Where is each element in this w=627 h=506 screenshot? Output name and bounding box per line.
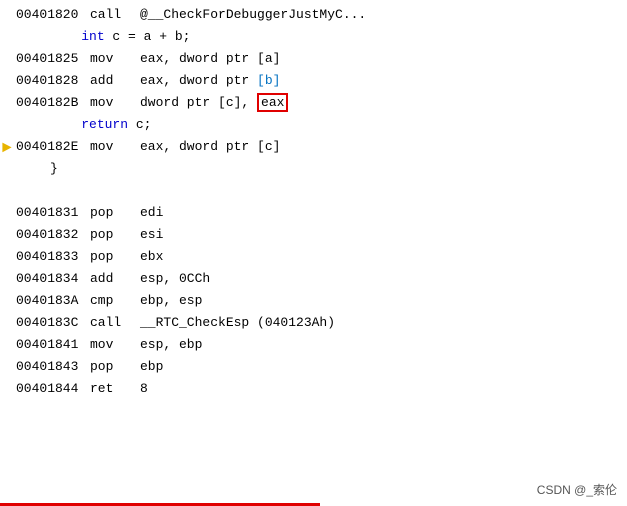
mnemonic: mov	[90, 136, 140, 158]
table-row: 00401832 pop esi	[0, 224, 627, 246]
operands: esi	[140, 224, 163, 246]
table-row: 00401841 mov esp, ebp	[0, 334, 627, 356]
operands: eax, dword ptr [c]	[140, 136, 280, 158]
address: 00401832	[0, 224, 90, 246]
watermark: CSDN @_索伦	[537, 481, 617, 498]
mnemonic: call	[90, 312, 140, 334]
source-row: return c;	[0, 114, 627, 136]
address: 00401843	[0, 356, 90, 378]
source-text: int c = a + b;	[0, 26, 190, 48]
table-row: 00401843 pop ebp	[0, 356, 627, 378]
table-row: 0040183C call __RTC_CheckEsp (040123Ah)	[0, 312, 627, 334]
source-row: }	[0, 158, 627, 180]
operands: dword ptr [c], eax	[140, 92, 288, 114]
address: 00401831	[0, 202, 90, 224]
mnemonic: pop	[90, 202, 140, 224]
address: 00401828	[0, 70, 90, 92]
address: 0040182E	[0, 136, 90, 158]
table-row-current: ► 0040182E mov eax, dword ptr [c]	[0, 136, 627, 158]
address: 00401833	[0, 246, 90, 268]
mnemonic: add	[90, 70, 140, 92]
current-line-arrow: ►	[2, 137, 12, 159]
address: 00401841	[0, 334, 90, 356]
mnemonic: cmp	[90, 290, 140, 312]
blank-row	[0, 180, 627, 202]
operands: @__CheckForDebuggerJustMyC...	[140, 4, 366, 26]
address: 00401834	[0, 268, 90, 290]
table-row-last: 00401844 ret 8	[0, 378, 627, 400]
table-row: 00401828 add eax, dword ptr [b]	[0, 70, 627, 92]
address: 00401820	[0, 4, 90, 26]
table-row: 00401834 add esp, 0CCh	[0, 268, 627, 290]
mnemonic: pop	[90, 356, 140, 378]
mnemonic: mov	[90, 334, 140, 356]
table-row: 00401831 pop edi	[0, 202, 627, 224]
operands: esp, 0CCh	[140, 268, 210, 290]
table-row: 00401825 mov eax, dword ptr [a]	[0, 48, 627, 70]
source-text: return c;	[0, 114, 151, 136]
mnemonic: mov	[90, 92, 140, 114]
operands: 8	[140, 378, 148, 400]
disassembly-container: 00401820 call @__CheckForDebuggerJustMyC…	[0, 0, 627, 404]
table-row: 00401833 pop ebx	[0, 246, 627, 268]
operands: eax, dword ptr [a]	[140, 48, 280, 70]
address: 00401844	[0, 378, 90, 400]
operands: ebx	[140, 246, 163, 268]
address: 0040183A	[0, 290, 90, 312]
highlighted-operand: eax	[257, 93, 288, 112]
source-row: int c = a + b;	[0, 26, 627, 48]
address: 00401825	[0, 48, 90, 70]
mnemonic: pop	[90, 246, 140, 268]
operands: __RTC_CheckEsp (040123Ah)	[140, 312, 335, 334]
mnemonic: ret	[90, 378, 140, 400]
operands: ebp, esp	[140, 290, 202, 312]
table-row: 0040183A cmp ebp, esp	[0, 290, 627, 312]
source-text: }	[0, 158, 58, 180]
operands: ebp	[140, 356, 163, 378]
address: 0040183C	[0, 312, 90, 334]
mnemonic: call	[90, 4, 140, 26]
mnemonic: add	[90, 268, 140, 290]
operands: edi	[140, 202, 163, 224]
table-row: 0040182B mov dword ptr [c], eax	[0, 92, 627, 114]
address: 0040182B	[0, 92, 90, 114]
mnemonic: mov	[90, 48, 140, 70]
table-row: 00401820 call @__CheckForDebuggerJustMyC…	[0, 4, 627, 26]
operands: esp, ebp	[140, 334, 202, 356]
mnemonic: pop	[90, 224, 140, 246]
operands: eax, dword ptr [b]	[140, 70, 280, 92]
